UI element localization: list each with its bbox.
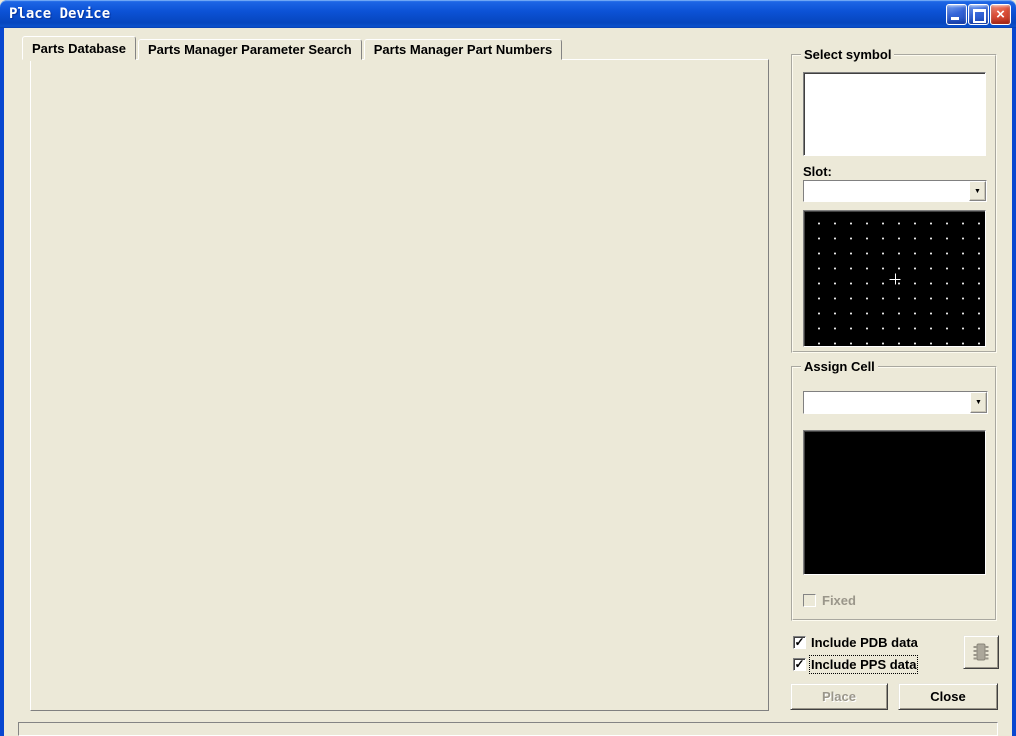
window-title: Place Device — [9, 6, 111, 22]
close-button[interactable]: Close — [898, 683, 998, 710]
assign-cell-combobox[interactable]: ▼ — [803, 391, 988, 414]
tab-bar: Parts Database Parts Manager Parameter S… — [22, 36, 564, 60]
fixed-label: Fixed — [822, 593, 856, 608]
select-symbol-group-label: Select symbol — [801, 47, 895, 62]
slot-combobox[interactable]: ▼ — [803, 180, 987, 202]
check-icon: ✓ — [794, 657, 805, 671]
close-window-button[interactable]: × — [990, 4, 1011, 25]
assign-cell-value — [804, 392, 970, 413]
status-panel — [18, 722, 998, 736]
chip-icon — [973, 643, 989, 661]
assign-cell-group-label: Assign Cell — [801, 359, 878, 374]
window-border-right — [1012, 28, 1016, 736]
check-icon: ✓ — [794, 635, 805, 649]
place-button: Place — [790, 683, 888, 710]
minimize-icon — [951, 17, 959, 20]
include-pdb-checkbox[interactable]: ✓ — [793, 636, 806, 649]
symbol-preview-canvas[interactable] — [803, 210, 986, 347]
fixed-checkbox — [803, 594, 816, 607]
cell-preview-canvas[interactable] — [803, 430, 986, 575]
close-icon: × — [996, 6, 1005, 23]
component-browser-button[interactable] — [963, 635, 999, 669]
minimize-button[interactable] — [946, 4, 967, 25]
tab-page-panel — [30, 59, 769, 711]
chevron-down-icon[interactable]: ▼ — [969, 181, 986, 201]
include-pps-label[interactable]: Include PPS data — [808, 655, 919, 674]
tab-parts-manager-parameter-search[interactable]: Parts Manager Parameter Search — [137, 39, 362, 60]
maximize-button[interactable] — [968, 4, 989, 25]
tab-parts-database[interactable]: Parts Database — [22, 36, 136, 60]
include-pps-checkbox[interactable]: ✓ — [793, 658, 806, 671]
slot-value — [804, 181, 969, 201]
chevron-down-icon[interactable]: ▼ — [970, 392, 987, 413]
tab-parts-manager-part-numbers[interactable]: Parts Manager Part Numbers — [363, 39, 563, 60]
title-bar[interactable] — [0, 0, 1016, 28]
slot-label: Slot: — [803, 164, 832, 179]
symbol-listbox[interactable] — [803, 72, 986, 156]
window-border-left — [0, 28, 4, 736]
maximize-icon — [973, 9, 986, 23]
include-pdb-label[interactable]: Include PDB data — [811, 635, 918, 650]
